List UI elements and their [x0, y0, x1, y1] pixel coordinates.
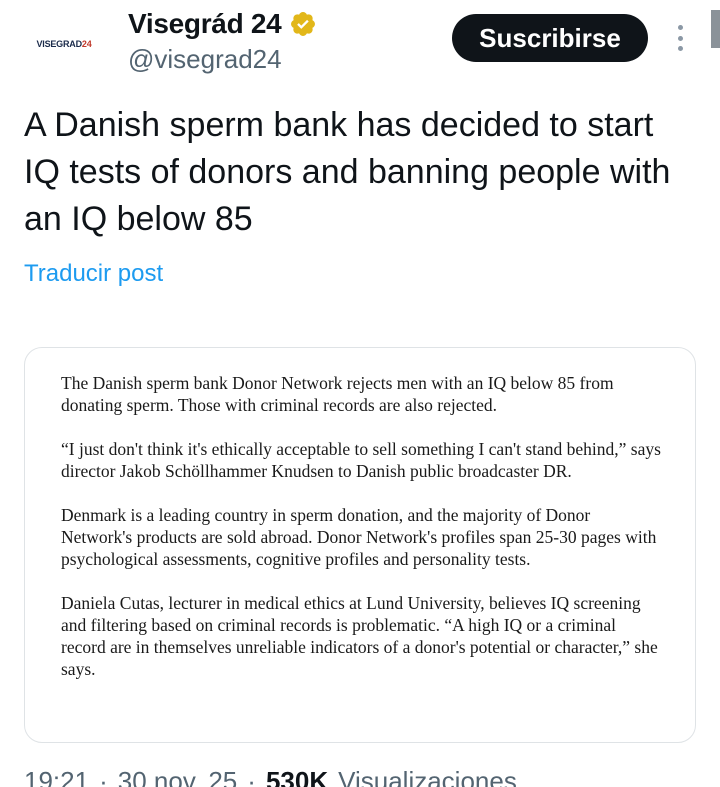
views-label: Visualizaciones	[338, 766, 517, 787]
article-paragraph: The Danish sperm bank Donor Network reje…	[61, 373, 614, 415]
avatar-logo-text: VISEGRAD	[36, 39, 82, 49]
post-text: A Danish sperm bank has decided to start…	[24, 106, 671, 238]
avatar[interactable]: VISEGRAD24	[16, 12, 112, 76]
post-page: VISEGRAD24 Visegrád 24 @visegrad24 Suscr…	[0, 0, 720, 787]
meta-separator: ·	[99, 766, 108, 787]
avatar-logo-number: 24	[81, 39, 92, 49]
article-screenshot: The Danish sperm bank Donor Network reje…	[61, 372, 661, 680]
more-options-icon[interactable]	[668, 22, 692, 54]
article-paragraph: Denmark is a leading country in sperm do…	[61, 505, 657, 569]
verified-badge-icon[interactable]	[289, 10, 317, 38]
meta-separator: ·	[247, 766, 256, 787]
subscribe-button[interactable]: Suscribirse	[452, 14, 648, 62]
post-meta: 19:21 · 30 nov. 25 · 530K Visualizacione…	[24, 766, 517, 787]
article-paragraph: “I just don't think it's ethically accep…	[61, 439, 661, 481]
avatar-logo: VISEGRAD24	[36, 39, 91, 49]
article-paragraph: Daniela Cutas, lecturer in medical ethic…	[61, 593, 658, 679]
media-image[interactable]: The Danish sperm bank Donor Network reje…	[24, 347, 696, 743]
handle[interactable]: @visegrad24	[128, 44, 317, 75]
post-time[interactable]: 19:21	[24, 766, 89, 787]
post-date[interactable]: 30 nov. 25	[118, 766, 238, 787]
author-block: Visegrád 24 @visegrad24	[128, 6, 317, 75]
views-count: 530K	[265, 766, 329, 787]
display-name[interactable]: Visegrád 24	[128, 8, 282, 40]
translate-post-link[interactable]: Traducir post	[24, 260, 163, 288]
scrollbar[interactable]	[711, 10, 720, 48]
